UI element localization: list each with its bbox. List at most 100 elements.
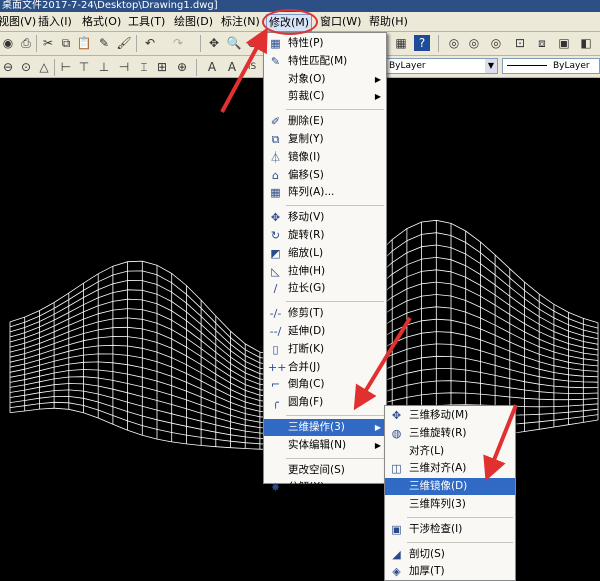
modify_menu-item-22[interactable]: ╭ 圆角(F) [264,394,386,411]
three_d_menu-item-9[interactable]: ◢ 剖切(S) [385,546,515,563]
fillet-icon: ╭ [272,396,279,410]
three_d_menu-item-3[interactable]: ◫ 三维对齐(A) [385,460,515,477]
cut-icon[interactable]: ✂ [40,35,56,51]
menu-insert[interactable]: 插入(I) [36,14,74,30]
menu-item-label: 分解(X) [288,481,325,494]
modify_menu-item-8[interactable]: ⌂ 偏移(S) [264,167,386,184]
menu-item-label: 打断(K) [288,342,325,355]
ucs-icon-2[interactable]: ⧈ [534,35,550,51]
break-icon: ▯ [272,342,279,356]
3d-align-icon: ◫ [391,462,402,476]
modify_menu-item-27[interactable]: 更改空间(S) [264,462,386,479]
zoom-realtime-icon[interactable]: 🔍 [226,35,242,51]
three_d_menu-item-10[interactable]: ◈ 加厚(T) [385,563,515,580]
dim-icon-1[interactable]: ⊢ [58,59,74,75]
dim-icon-7[interactable]: ⊕ [174,59,190,75]
tool-icon-a[interactable]: ⊖ [0,59,16,75]
menu-separator [286,301,384,303]
modify_menu-item-20[interactable]: ++ 合并(J) [264,359,386,376]
modify_menu-item-6[interactable]: ⧉ 复制(Y) [264,131,386,148]
modify_menu-item-9[interactable]: ▦ 阵列(A)... [264,184,386,201]
menu-help[interactable]: 帮助(H) [367,14,410,30]
linetype-combo[interactable]: ByLayer [502,58,600,74]
publish-icon[interactable]: ◉ [0,35,16,51]
thicken-icon: ◈ [392,565,401,579]
three_d_menu-item-4[interactable]: 三维镜像(D) [385,478,515,496]
cube-icon-1[interactable]: ▣ [556,35,572,51]
dim-icon-4[interactable]: ⊣ [116,59,132,75]
text-edit-icon[interactable]: A [224,59,240,75]
triangle-icon[interactable]: △ [36,59,52,75]
modify_menu-item-21[interactable]: ⌐ 倒角(C) [264,376,386,393]
help-icon[interactable]: ? [414,35,430,51]
modify_menu-item-1[interactable]: ✎ 特性匹配(M) [264,53,386,70]
window-title: 桌面文件2017-7-24\Desktop\Drawing1.dwg] [2,0,218,11]
tool-icon-b[interactable]: ⊙ [18,59,34,75]
menu-item-label: 更改空间(S) [288,463,345,476]
menu-window[interactable]: 窗口(W) [318,14,363,30]
menu-item-label: 偏移(S) [288,168,324,181]
three_d_menu-item-0[interactable]: ✥ 三维移动(M) [385,407,515,424]
menu-item-label: 特性(P) [288,37,324,49]
modify_menu-item-18[interactable]: --/ 延伸(D) [264,323,386,340]
modify_menu-item-24[interactable]: 三维操作(3) ▶ [264,419,386,436]
redo-icon[interactable]: ↷ [170,35,186,51]
view-icon-3[interactable]: ◎ [488,35,504,51]
modify_menu-item-0[interactable]: ▦ 特性(P) [264,35,386,52]
modify_menu-item-14[interactable]: ◺ 拉伸(H) [264,263,386,280]
modify_menu-item-25[interactable]: 实体编辑(N) ▶ [264,437,386,454]
calculator-icon[interactable]: ▦ [393,35,409,51]
modify_menu-item-11[interactable]: ✥ 移动(V) [264,209,386,226]
modify_menu-item-7[interactable]: ⏃ 镜像(I) [264,149,386,166]
print-icon[interactable]: ⎙ [18,35,34,51]
zoom-window-icon[interactable]: ⊕ [244,35,260,51]
modify_menu-item-5[interactable]: ✐ 删除(E) [264,113,386,130]
pan-icon[interactable]: ✥ [206,35,222,51]
dim-icon-2[interactable]: ⊤ [76,59,92,75]
view-icon-2[interactable]: ◎ [466,35,482,51]
text-icon[interactable]: A [204,59,220,75]
dim-icon-5[interactable]: ⌶ [136,59,152,75]
submenu-arrow-icon: ▶ [374,440,381,450]
modify_menu-item-15[interactable]: ∕ 拉长(G) [264,280,386,297]
menu-draw[interactable]: 绘图(D) [172,14,215,30]
menu-item-label: 阵列(A)... [288,186,335,199]
linetype-combo-value: ByLayer [553,61,590,71]
dim-icon-6[interactable]: ⊞ [154,59,170,75]
modify_menu-item-12[interactable]: ↻ 旋转(R) [264,227,386,244]
menu-item-label: 三维移动(M) [409,409,469,421]
three_d_menu-item-5[interactable]: 三维阵列(3) [385,496,515,513]
match-brush-icon[interactable]: ✎ [96,35,112,51]
modify_menu-item-19[interactable]: ▯ 打断(K) [264,341,386,358]
menu-item-label: 移动(V) [288,211,325,224]
modify-menu: ▦ 特性(P) ✎ 特性匹配(M) 对象(O) ▶ 剪裁(C) ▶ ✐ 删除(E) ⧉ 复制(Y) ⏃ 镜… [263,32,387,494]
menu-separator [286,457,384,459]
three_d_menu-item-7[interactable]: ▣ 干涉检查(I) [385,521,515,538]
rotate-icon: ↻ [270,229,281,242]
paste-icon[interactable]: 📋 [76,35,92,51]
style-prefix: IS [247,62,257,72]
layer-combo[interactable]: ByLayer ▼ [384,58,498,74]
menu-view[interactable]: 视图(V) [0,14,38,30]
modify_menu-item-17[interactable]: -/- 修剪(T) [264,305,386,322]
menu-tools[interactable]: 工具(T) [126,14,167,30]
ucs-icon-1[interactable]: ⊡ [512,35,528,51]
menu-format[interactable]: 格式(O) [80,14,123,30]
modify_menu-item-13[interactable]: ◩ 缩放(L) [264,245,386,262]
menu-separator [286,205,384,207]
menu-dimension[interactable]: 标注(N) [219,14,262,30]
modify_menu-item-2[interactable]: 对象(O) ▶ [264,71,386,88]
stretch-icon: ◺ [271,264,280,278]
copy-clip-icon[interactable]: ⧉ [58,35,74,51]
modify_menu-item-28[interactable]: ✸ 分解(X) [264,479,386,496]
undo-icon[interactable]: ↶ [142,35,158,51]
dim-icon-3[interactable]: ⊥ [96,59,112,75]
three_d_menu-item-1[interactable]: ◍ 三维旋转(R) [385,425,515,442]
menu-item-label: 缩放(L) [288,246,324,259]
cube-icon-2[interactable]: ◧ [578,35,594,51]
three_d_menu-item-2[interactable]: 对齐(L) [385,443,515,460]
modify_menu-item-3[interactable]: 剪裁(C) ▶ [264,88,386,105]
erase-icon: ✐ [270,115,281,129]
brush-icon[interactable]: 🖌 [116,35,132,51]
view-icon-1[interactable]: ◎ [446,35,462,51]
